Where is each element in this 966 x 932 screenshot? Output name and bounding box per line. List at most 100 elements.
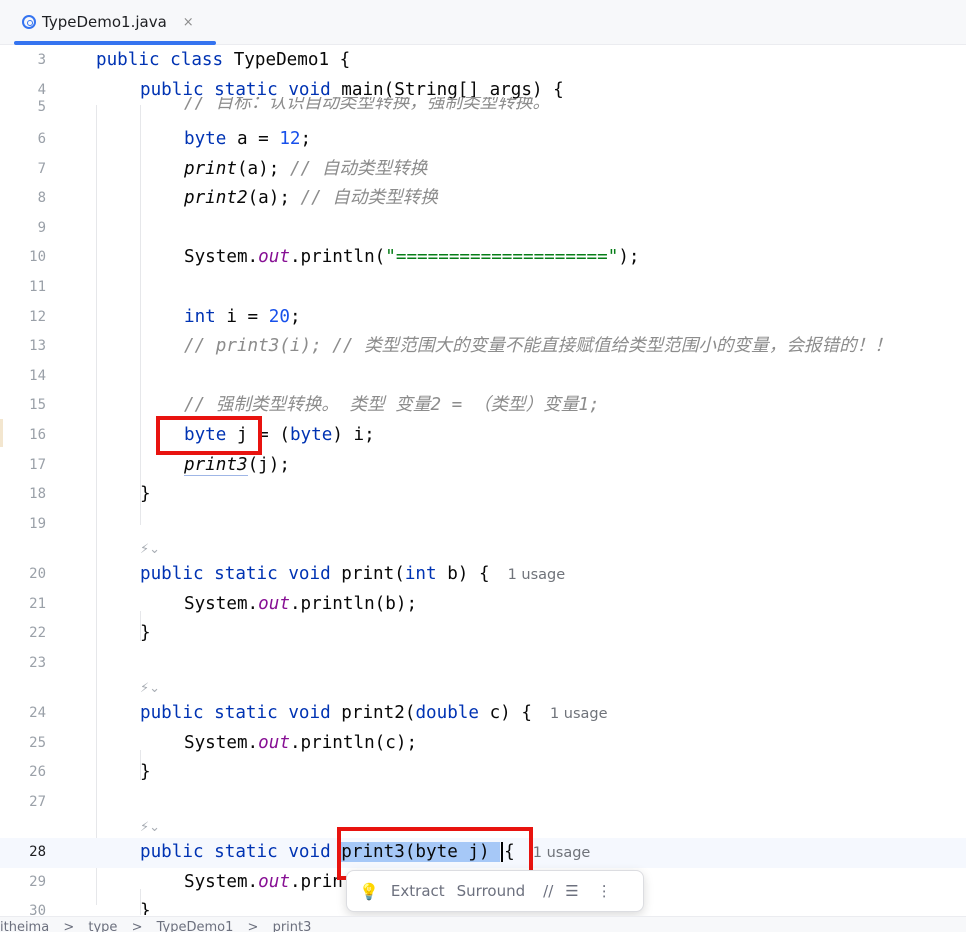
- code-text: ;: [289, 306, 301, 327]
- code-line-15: 15 // 强制类型转换。 类型 变量2 = （类型）变量1;: [0, 391, 966, 421]
- close-icon[interactable]: ×: [183, 15, 194, 30]
- code-line-7: 7 print(a); // 自动类型转换: [0, 155, 966, 185]
- format-icon[interactable]: ☰: [565, 882, 578, 900]
- breadcrumb: itheima > type > TypeDemo1 > print3: [0, 916, 966, 932]
- method-call: print3: [184, 454, 248, 476]
- code-line-14: 14: [0, 362, 966, 392]
- chevron-right-icon: >: [247, 920, 259, 932]
- line-number: 20: [29, 566, 46, 582]
- floating-action-toolbar: 💡 Extract Surround // ☰ ⋮: [346, 870, 644, 912]
- chevron-right-icon: >: [63, 920, 75, 932]
- comment: // print3(i); // 类型范围大的变量不能直接赋值给类型范围小的变量…: [184, 336, 892, 357]
- annotation-box-byte-j: [156, 416, 262, 455]
- tab-typedemo1[interactable]: TypeDemo1.java ×: [8, 0, 216, 45]
- keyword: byte: [289, 425, 333, 445]
- code-text: }: [140, 623, 151, 644]
- java-class-icon: [22, 15, 36, 29]
- more-options-icon[interactable]: ⋮: [597, 882, 612, 900]
- line-number: 29: [29, 873, 46, 890]
- code-line-10: 10 System.out.println("=================…: [0, 243, 966, 273]
- breadcrumb-item[interactable]: print3: [273, 920, 312, 932]
- code-line-8: 8 print2(a); // 自动类型转换: [0, 184, 966, 214]
- line-number: 9: [37, 219, 46, 236]
- line-number: 23: [29, 654, 46, 671]
- code-line-18: 18 }: [0, 480, 966, 510]
- keyword: public: [140, 703, 204, 723]
- line-number: 15: [29, 397, 46, 414]
- chevron-right-icon: >: [131, 920, 143, 932]
- code-text: (j);: [247, 454, 290, 475]
- keyword: void: [288, 703, 331, 723]
- code-text: a =: [236, 129, 280, 149]
- code-text: ) i;: [332, 425, 375, 445]
- comment: // 目标：认识自动类型转换，强制类型转换。: [184, 97, 551, 113]
- method-call: print2: [184, 188, 248, 209]
- line-number: 16: [29, 427, 46, 443]
- code-line-25: 25 System.out.println(c);: [0, 729, 966, 759]
- breadcrumb-item[interactable]: TypeDemo1: [157, 920, 234, 932]
- breadcrumb-item[interactable]: itheima: [0, 920, 49, 932]
- keyword: public: [96, 50, 160, 70]
- tab-title: TypeDemo1.java: [42, 13, 167, 31]
- code-text: );: [618, 247, 640, 268]
- lightbulb-icon[interactable]: 💡: [359, 882, 379, 901]
- code-text: print(: [341, 564, 405, 584]
- code-text: System.: [184, 593, 259, 614]
- comment: // 自动类型转换: [289, 158, 428, 179]
- keyword: byte: [184, 129, 227, 149]
- code-text: }: [140, 901, 151, 915]
- line-number: 21: [29, 595, 46, 612]
- keyword: public: [140, 564, 204, 584]
- line-number: 17: [29, 456, 46, 473]
- keyword: static: [214, 564, 278, 584]
- code-editor[interactable]: 3 public class TypeDemo1 { 4 public stat…: [0, 45, 966, 915]
- code-text: TypeDemo1 {: [233, 50, 351, 70]
- line-number: 18: [29, 486, 46, 503]
- code-text: i =: [226, 306, 269, 327]
- code-text: b) {: [447, 564, 490, 584]
- keyword: class: [170, 50, 224, 70]
- line-number: 30: [29, 903, 46, 915]
- code-line-12: 12 int i = 20;: [0, 303, 966, 333]
- code-line-20: 20 public static void print(int b) { 1 us…: [0, 560, 966, 590]
- code-line-22: 22 }: [0, 619, 966, 649]
- usage-hint[interactable]: 1 usage: [533, 845, 591, 861]
- line-number: 8: [37, 190, 46, 207]
- code-text: ;: [300, 129, 312, 149]
- usage-hint[interactable]: 1 usage: [550, 706, 608, 722]
- comment: // 自动类型转换: [300, 188, 438, 209]
- line-number: 10: [29, 249, 46, 266]
- keyword: static: [214, 842, 278, 862]
- code-line-21: 21 System.out.println(b);: [0, 590, 966, 620]
- breadcrumb-item[interactable]: type: [88, 920, 117, 932]
- code-text: System.: [184, 732, 259, 753]
- code-text: .println(b);: [289, 593, 418, 614]
- code-line-24: 24 public static void print2(double c) {…: [0, 699, 966, 729]
- comment-button[interactable]: //: [543, 882, 553, 900]
- static-field: out: [258, 871, 290, 892]
- line-number: 12: [29, 308, 46, 325]
- code-text: .println(c);: [289, 732, 418, 753]
- code-line-6: 6 byte a = 12;: [0, 125, 966, 155]
- keyword: int: [404, 564, 437, 584]
- code-line-26: 26 }: [0, 758, 966, 788]
- code-text: (a);: [236, 158, 290, 179]
- code-text: .println(: [289, 247, 386, 268]
- method-call: print: [184, 158, 237, 179]
- usage-hint[interactable]: 1 usage: [508, 567, 566, 583]
- line-number: 11: [29, 279, 46, 295]
- extract-button[interactable]: Extract: [391, 882, 445, 900]
- surround-button[interactable]: Surround: [457, 882, 525, 900]
- line-number: 7: [37, 160, 46, 177]
- code-text: .prin: [289, 871, 343, 892]
- code-text: }: [140, 484, 151, 505]
- keyword: double: [415, 703, 479, 723]
- keyword: static: [214, 703, 278, 723]
- line-number: 13: [29, 338, 46, 355]
- code-line-16: 16 byte j = (byte) i;: [0, 421, 966, 451]
- code-line-13: 13 // print3(i); // 类型范围大的变量不能直接赋值给类型范围小…: [0, 332, 966, 362]
- keyword: void: [288, 564, 331, 584]
- code-text: System.: [184, 247, 259, 268]
- line-number: 19: [29, 515, 46, 532]
- editor-tab-bar: TypeDemo1.java ×: [0, 0, 966, 45]
